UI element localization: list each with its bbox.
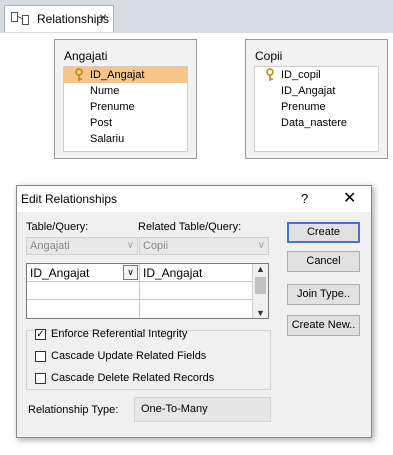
- close-tab-icon[interactable]: ×: [99, 9, 107, 25]
- tabstrip-edge: [381, 0, 393, 33]
- field-name: Salariu: [90, 133, 125, 145]
- grid-scrollbar[interactable]: ▲ ▼: [252, 264, 268, 318]
- checkbox-icon[interactable]: [35, 373, 46, 384]
- field-name: Prenume: [90, 101, 135, 113]
- related-table-query-select: Copii ∨: [139, 237, 269, 255]
- field-name: ID_copil: [281, 69, 321, 81]
- help-icon[interactable]: ?: [301, 191, 308, 206]
- dialog-titlebar[interactable]: Edit Relationships ? ✕: [17, 186, 371, 212]
- left-field-value: ID_Angajat: [30, 266, 90, 280]
- create-new-button[interactable]: Create New..: [287, 315, 360, 336]
- primary-key-icon: [266, 68, 274, 81]
- chevron-down-icon: ∨: [257, 240, 265, 251]
- field-name: ID_Angajat: [281, 85, 336, 97]
- scroll-up-icon[interactable]: ▲: [256, 264, 265, 274]
- grid-empty-cell[interactable]: [140, 300, 253, 318]
- cancel-button[interactable]: Cancel: [287, 251, 360, 272]
- table-query-label: Table/Query:: [26, 221, 89, 233]
- tab-relationships[interactable]: Relationships ×: [4, 5, 114, 32]
- primary-key-icon: [75, 68, 83, 81]
- field-item[interactable]: Nume: [64, 83, 187, 99]
- scroll-down-icon[interactable]: ▼: [256, 308, 265, 318]
- related-table-query-value: Copii: [143, 240, 169, 252]
- relationship-type-label: Relationship Type:: [28, 404, 119, 416]
- grid-empty-cell[interactable]: [27, 300, 140, 318]
- close-icon[interactable]: ✕: [343, 188, 356, 208]
- field-item[interactable]: Post: [64, 115, 187, 131]
- field-name: Nume: [90, 85, 120, 97]
- field-list: ID_copil ID_Angajat Prenume Data_nastere: [254, 66, 379, 152]
- field-item[interactable]: Data_nastere: [255, 115, 378, 131]
- field-list: ID_Angajat Nume Prenume Post Salariu: [63, 66, 188, 152]
- field-item[interactable]: Salariu: [64, 131, 187, 147]
- chevron-down-icon: ∨: [126, 240, 134, 251]
- create-button[interactable]: Create: [287, 222, 360, 243]
- table-title: Angajati: [64, 49, 108, 63]
- relationships-icon: [11, 12, 29, 25]
- field-name: Data_nastere: [281, 117, 348, 129]
- checkbox-checked-icon[interactable]: ✓: [35, 329, 46, 340]
- checkbox-icon[interactable]: [35, 351, 46, 362]
- cascade-update-label: Cascade Update Related Fields: [51, 350, 207, 362]
- grid-empty-cell[interactable]: [140, 282, 253, 300]
- field-item[interactable]: Prenume: [255, 99, 378, 115]
- right-field-value: ID_Angajat: [143, 266, 203, 280]
- table-query-value: Angajati: [30, 240, 70, 252]
- table-copii[interactable]: Copii ID_copil ID_Angajat Prenume Data_n…: [245, 39, 388, 159]
- field-item[interactable]: ID_copil: [255, 67, 378, 83]
- field-item[interactable]: Prenume: [64, 99, 187, 115]
- chevron-down-icon[interactable]: ∨: [123, 265, 138, 280]
- field-item[interactable]: ID_Angajat: [64, 67, 187, 83]
- related-table-query-label: Related Table/Query:: [138, 221, 242, 233]
- cascade-delete-label: Cascade Delete Related Records: [51, 372, 215, 384]
- enforce-integrity-label: Enforce Referential Integrity: [51, 328, 188, 340]
- field-name: ID_Angajat: [90, 69, 145, 81]
- table-title: Copii: [255, 49, 283, 63]
- left-field-cell[interactable]: ID_Angajat ∨: [27, 264, 140, 282]
- field-name: Post: [90, 117, 113, 129]
- grid-empty-cell[interactable]: [27, 282, 140, 300]
- field-item[interactable]: ID_Angajat: [255, 83, 378, 99]
- table-query-select: Angajati ∨: [26, 237, 138, 255]
- dialog-title: Edit Relationships: [21, 192, 118, 206]
- field-name: Prenume: [281, 101, 326, 113]
- relationship-type-value: One-To-Many: [134, 397, 271, 422]
- scroll-thumb[interactable]: [255, 277, 266, 294]
- document-tabstrip: Relationships ×: [0, 0, 393, 33]
- relationships-workspace: Relationships × Angajati ID_Angajat Nume…: [0, 0, 393, 455]
- integrity-options-group: ✓ Enforce Referential Integrity Cascade …: [26, 328, 271, 390]
- field-mapping-grid: ID_Angajat ∨ ID_Angajat ▲ ▼: [26, 263, 269, 319]
- edit-relationships-dialog: Edit Relationships ? ✕ Table/Query: Rela…: [16, 185, 372, 438]
- join-type-button[interactable]: Join Type..: [287, 284, 360, 305]
- table-angajati[interactable]: Angajati ID_Angajat Nume Prenume Post Sa…: [54, 39, 197, 159]
- right-field-cell[interactable]: ID_Angajat: [140, 264, 253, 282]
